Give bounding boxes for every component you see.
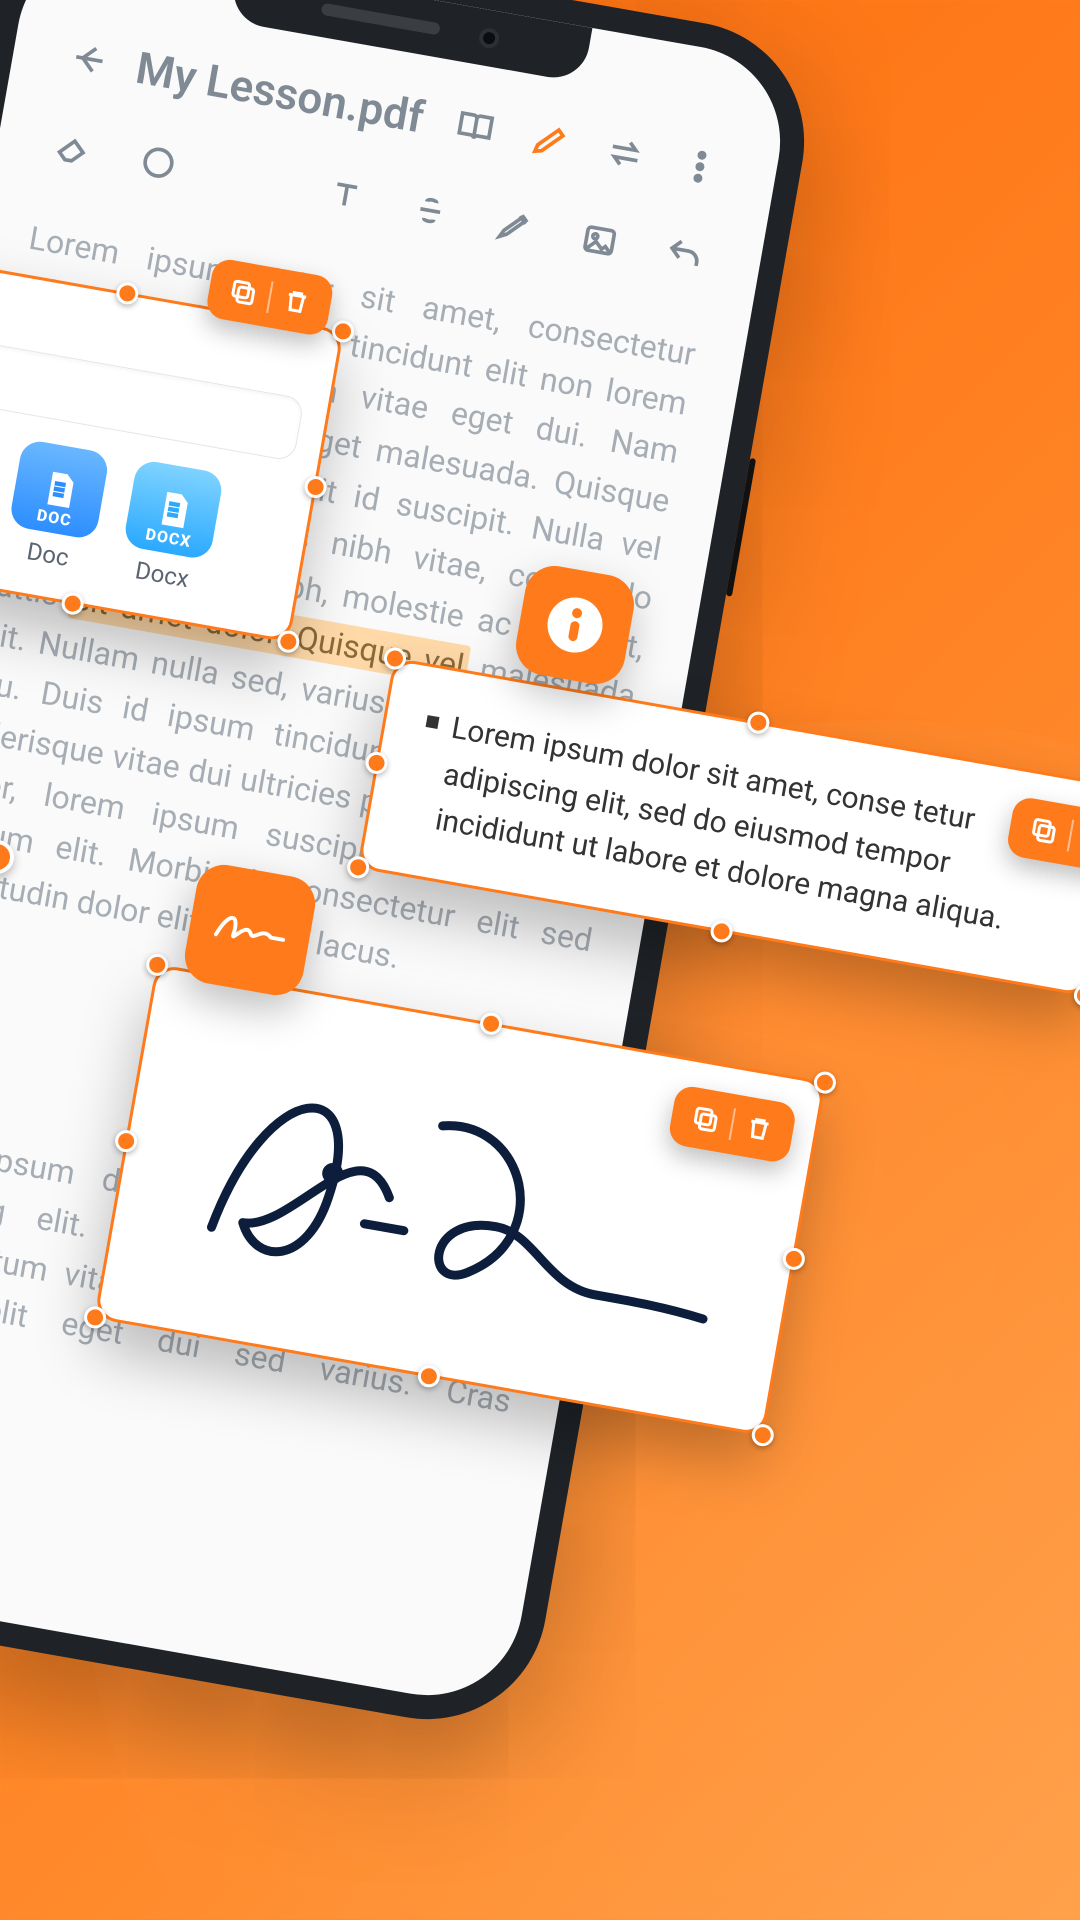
back-button[interactable] <box>57 27 122 92</box>
tool-strikethrough[interactable] <box>398 178 463 243</box>
resize-handle[interactable] <box>709 918 734 943</box>
signature-chip[interactable] <box>180 860 319 999</box>
docx-label: Docx <box>133 556 191 593</box>
arrow-left-icon <box>66 36 112 82</box>
delete-button[interactable] <box>736 1106 782 1152</box>
pill-divider <box>729 1108 737 1140</box>
trash-icon <box>279 285 314 320</box>
resize-handle[interactable] <box>781 1246 806 1271</box>
pencil-icon <box>527 117 573 163</box>
doc-tile: DOC <box>8 439 110 541</box>
book-open-icon <box>452 104 498 150</box>
more-button[interactable] <box>668 134 733 199</box>
bullet-square-icon <box>426 715 440 729</box>
edit-button[interactable] <box>518 108 583 173</box>
signature-drawing <box>162 1023 759 1376</box>
eraser-icon <box>51 125 97 171</box>
tool-image[interactable] <box>567 208 632 273</box>
info-chip-callout <box>511 561 638 688</box>
tool-signature[interactable] <box>483 193 548 258</box>
copy-icon <box>226 275 261 310</box>
export-docx[interactable]: DOCX Docx <box>116 459 224 596</box>
sync-button[interactable] <box>593 121 658 186</box>
reader-mode-button[interactable] <box>443 95 508 160</box>
resize-handle[interactable] <box>750 1422 775 1447</box>
front-camera <box>478 27 501 50</box>
tool-eraser[interactable] <box>41 115 106 180</box>
info-icon <box>540 590 610 660</box>
export-callout: doc Share DOC Doc DOCX D <box>0 254 344 643</box>
copy-button[interactable] <box>1021 808 1067 854</box>
tool-text[interactable] <box>313 163 378 228</box>
info-chip[interactable] <box>511 561 638 688</box>
copy-button[interactable] <box>220 269 266 315</box>
signature-small-icon <box>207 899 292 962</box>
export-doc[interactable]: DOC Doc <box>2 439 110 576</box>
tool-color[interactable] <box>126 130 191 195</box>
tool-undo[interactable] <box>652 223 717 288</box>
strikethrough-icon <box>407 187 453 233</box>
text-icon <box>322 172 368 218</box>
delete-button[interactable] <box>273 279 319 325</box>
signature-chip-callout <box>180 860 319 999</box>
image-icon <box>576 217 622 263</box>
speaker-grille <box>321 3 441 36</box>
swap-arrows-icon <box>602 130 648 176</box>
resize-handle[interactable] <box>1072 982 1080 1007</box>
undo-icon <box>661 232 707 278</box>
more-vertical-icon <box>677 144 723 190</box>
fountain-pen-icon <box>492 202 538 248</box>
doc-label: Doc <box>25 537 71 572</box>
trash-icon <box>742 1111 777 1146</box>
copy-icon <box>688 1102 723 1137</box>
resize-handle[interactable] <box>746 710 771 735</box>
pill-divider <box>1067 820 1075 852</box>
docx-tile: DOCX <box>123 459 225 561</box>
pill-divider <box>266 281 274 313</box>
copy-icon <box>1027 813 1062 848</box>
resize-handle[interactable] <box>812 1070 837 1095</box>
copy-button[interactable] <box>683 1096 729 1142</box>
palette-icon <box>135 139 181 185</box>
delete-button[interactable] <box>1074 817 1080 863</box>
